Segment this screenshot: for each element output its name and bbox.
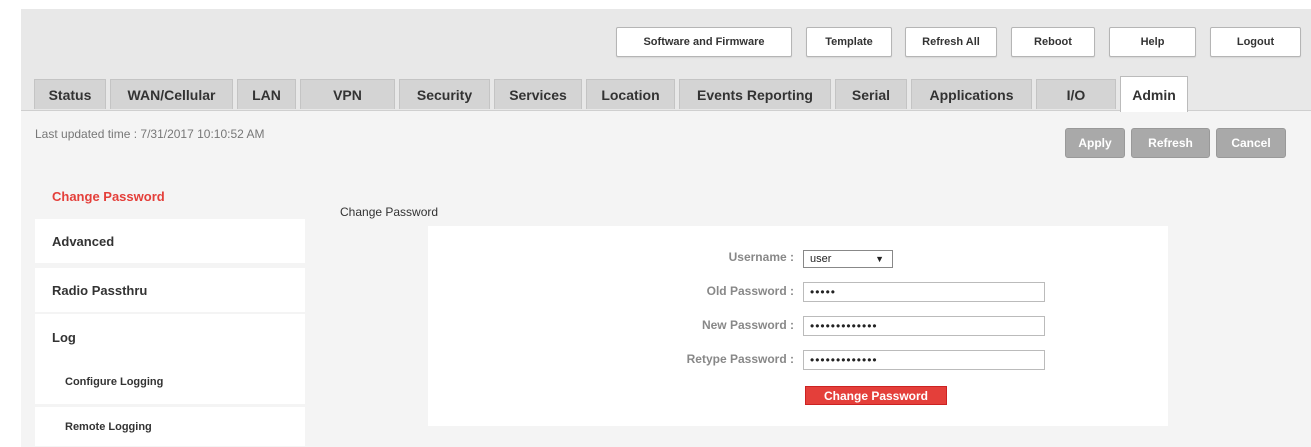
username-select[interactable]: user ▼ [803, 250, 893, 268]
retype-password-label: Retype Password : [686, 352, 794, 366]
apply-button[interactable]: Apply [1065, 128, 1125, 158]
username-value: user [810, 253, 832, 265]
tab-vpn[interactable]: VPN [300, 79, 395, 109]
tab-admin[interactable]: Admin [1120, 76, 1188, 112]
tab-serial[interactable]: Serial [835, 79, 907, 109]
tab-security[interactable]: Security [399, 79, 490, 109]
retype-password-field[interactable]: ••••••••••••• [803, 350, 1045, 370]
sidebar-item-change-password[interactable]: Change Password [35, 174, 305, 218]
sidebar: Change Password Advanced Radio Passthru … [35, 174, 305, 446]
old-password-label: Old Password : [706, 284, 794, 298]
template-button[interactable]: Template [806, 27, 892, 57]
old-password-field[interactable]: ••••• [803, 282, 1045, 302]
tab-lan[interactable]: LAN [237, 79, 296, 109]
tab-services[interactable]: Services [494, 79, 582, 109]
tab-status[interactable]: Status [34, 79, 106, 109]
new-password-label: New Password : [701, 318, 794, 332]
sidebar-item-remote-logging[interactable]: Remote Logging [35, 407, 305, 446]
refresh-button[interactable]: Refresh [1131, 128, 1210, 158]
sidebar-item-log[interactable]: Log [35, 314, 305, 360]
username-label: Username : [728, 250, 794, 264]
tab-applications[interactable]: Applications [911, 79, 1032, 109]
help-button[interactable]: Help [1109, 27, 1196, 57]
tab-events-reporting[interactable]: Events Reporting [679, 79, 831, 109]
last-updated-time: Last updated time : 7/31/2017 10:10:52 A… [35, 127, 265, 141]
sidebar-item-configure-logging[interactable]: Configure Logging [35, 360, 305, 404]
triangle-down-icon: ▼ [875, 254, 884, 264]
tab-io[interactable]: I/O [1036, 79, 1116, 109]
sidebar-item-radio-passthru[interactable]: Radio Passthru [35, 268, 305, 312]
section-title: Change Password [340, 205, 439, 219]
tab-location[interactable]: Location [586, 79, 675, 109]
refresh-all-button[interactable]: Refresh All [905, 27, 997, 57]
new-password-field[interactable]: ••••••••••••• [803, 316, 1045, 336]
tab-wan-cellular[interactable]: WAN/Cellular [110, 79, 233, 109]
change-password-button[interactable]: Change Password [805, 386, 947, 405]
reboot-button[interactable]: Reboot [1011, 27, 1095, 57]
software-firmware-button[interactable]: Software and Firmware [616, 27, 792, 57]
cancel-button[interactable]: Cancel [1216, 128, 1286, 158]
logout-button[interactable]: Logout [1210, 27, 1301, 57]
sidebar-item-advanced[interactable]: Advanced [35, 219, 305, 263]
